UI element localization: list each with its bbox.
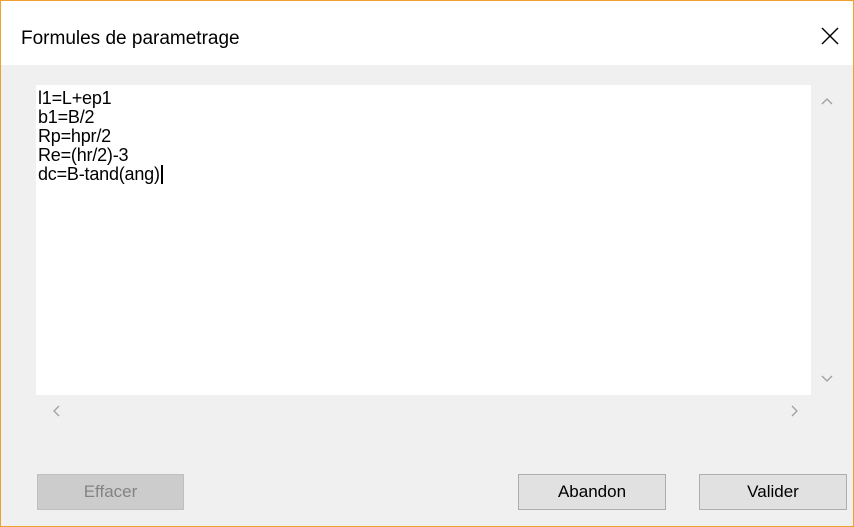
chevron-left-icon (52, 404, 60, 422)
formula-editor: l1=L+ep1 b1=B/2 Rp=hpr/2 Re=(hr/2)-3 dc=… (36, 85, 843, 430)
text-caret (160, 165, 163, 184)
formula-line: l1=L+ep1 (38, 88, 112, 108)
vertical-scrollbar[interactable] (811, 85, 843, 395)
formula-text-area[interactable]: l1=L+ep1 b1=B/2 Rp=hpr/2 Re=(hr/2)-3 dc=… (36, 85, 811, 395)
chevron-up-icon (821, 92, 833, 110)
validate-button[interactable]: Valider (699, 474, 847, 510)
scroll-left-button[interactable] (40, 395, 72, 430)
cancel-button[interactable]: Abandon (518, 474, 666, 510)
scroll-down-button[interactable] (811, 363, 843, 395)
horizontal-scrollbar[interactable] (36, 395, 811, 430)
clear-button[interactable]: Effacer (37, 474, 184, 510)
formula-line: dc=B-tand(ang) (38, 165, 811, 184)
scroll-right-button[interactable] (779, 395, 811, 430)
dialog-window: Formules de parametrage l1=L+ep1 b1=B/2 … (0, 0, 854, 527)
close-icon (820, 26, 840, 51)
formula-line: Re=(hr/2)-3 (38, 145, 129, 165)
close-button[interactable] (807, 15, 853, 61)
dialog-title: Formules de parametrage (21, 28, 240, 49)
chevron-down-icon (821, 370, 833, 388)
formula-line: Rp=hpr/2 (38, 126, 111, 146)
chevron-right-icon (791, 404, 799, 422)
title-bar[interactable]: Formules de parametrage (1, 1, 853, 65)
scroll-up-button[interactable] (811, 85, 843, 117)
formula-line: b1=B/2 (38, 107, 95, 127)
